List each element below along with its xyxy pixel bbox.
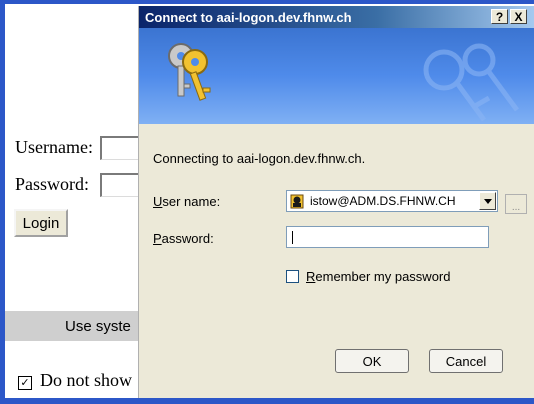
close-button[interactable]: X — [510, 9, 527, 24]
user-name-value: istow@ADM.DS.FHNW.CH — [310, 194, 456, 208]
browse-accounts-button[interactable]: ... — [505, 194, 527, 214]
password-input[interactable] — [286, 226, 489, 248]
remember-password-label[interactable]: Remember my password — [306, 269, 451, 284]
bg-password-input[interactable] — [100, 173, 140, 197]
bg-login-button[interactable]: Login — [14, 209, 68, 237]
ok-button[interactable]: OK — [335, 349, 409, 373]
keys-icon — [168, 43, 211, 101]
dialog-title: Connect to aai-logon.dev.fhnw.ch — [145, 9, 352, 25]
user-account-icon — [290, 194, 304, 209]
page-frame-left — [0, 0, 5, 404]
bg-do-not-show-checkbox[interactable]: ✓ — [18, 376, 32, 390]
cancel-button[interactable]: Cancel — [429, 349, 503, 373]
connect-dialog: Connect to aai-logon.dev.fhnw.ch ? X Con… — [138, 6, 534, 398]
chevron-down-icon — [483, 198, 492, 204]
bg-use-system-bar[interactable]: Use syste — [5, 311, 145, 341]
remember-password-checkbox[interactable] — [286, 270, 299, 283]
connecting-text: Connecting to aai-logon.dev.fhnw.ch. — [153, 151, 366, 166]
bg-do-not-show-label: Do not show — [40, 370, 133, 390]
bg-password-label: Password: — [15, 174, 90, 194]
password-label: Password: — [153, 231, 214, 246]
text-cursor — [292, 231, 293, 244]
dialog-titlebar[interactable]: Connect to aai-logon.dev.fhnw.ch — [139, 6, 534, 28]
help-button[interactable]: ? — [491, 9, 508, 24]
user-dropdown-button[interactable] — [479, 192, 496, 210]
user-name-label: User name: — [153, 194, 221, 209]
page-frame-top — [0, 0, 534, 4]
bg-username-label: Username: — [15, 137, 93, 157]
user-name-combobox[interactable]: istow@ADM.DS.FHNW.CH — [286, 190, 498, 212]
dialog-banner — [139, 28, 534, 124]
bg-username-input[interactable] — [100, 136, 140, 160]
page-frame-bottom — [0, 398, 534, 404]
